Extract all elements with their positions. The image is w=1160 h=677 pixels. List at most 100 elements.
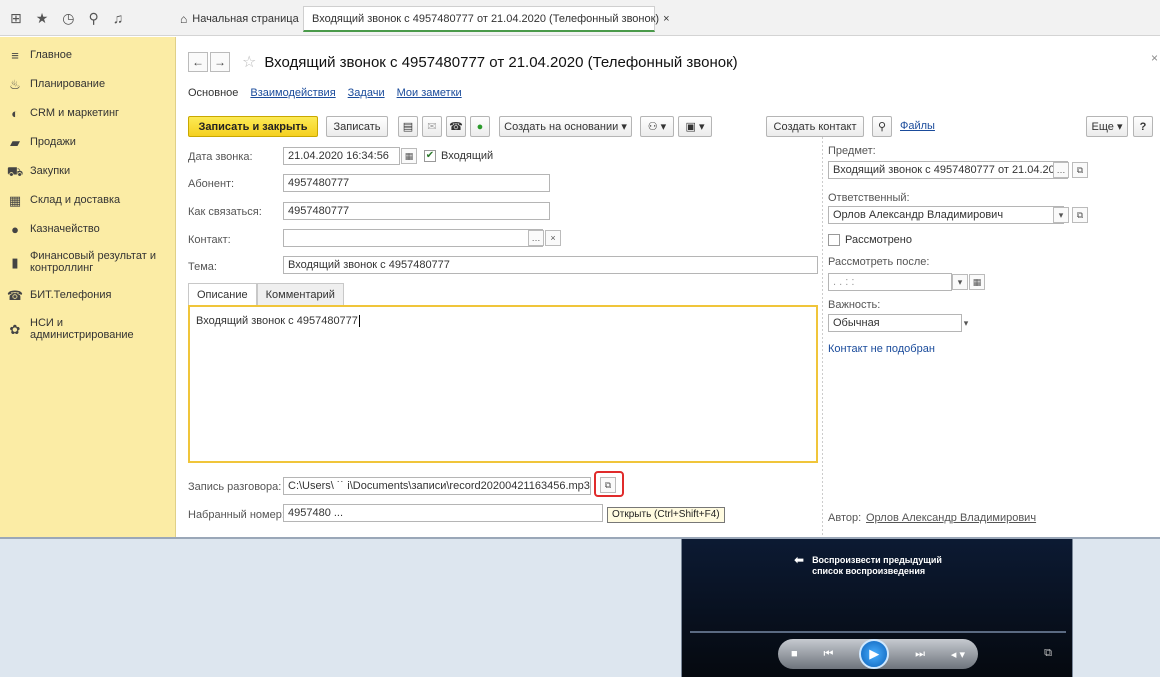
bell-icon[interactable]: ♫ — [113, 10, 124, 26]
incoming-checkbox[interactable]: ✔ — [424, 150, 436, 162]
warehouse-icon: ▦ — [8, 193, 22, 208]
author-link[interactable]: Орлов Александр Владимирович — [866, 512, 1036, 524]
status-icon[interactable]: ● — [470, 116, 490, 137]
phone-icon: ☎ — [6, 288, 24, 303]
volume-icon[interactable]: ◂ ▾ — [951, 648, 965, 661]
sidebar-item-treasury[interactable]: ● Казначейство — [0, 222, 176, 237]
close-tab-icon[interactable]: × — [663, 13, 669, 25]
star-icon[interactable]: ★ — [36, 10, 49, 27]
subject-open-icon[interactable]: ⧉ — [1072, 162, 1088, 178]
previous-icon[interactable]: ⏮ — [823, 648, 833, 661]
contact-input[interactable] — [283, 229, 543, 247]
users-dropdown-icon[interactable]: ⚇ ▾ — [640, 116, 674, 137]
stop-icon[interactable]: ■ — [791, 648, 798, 660]
call-date-input[interactable]: 21.04.2020 16:34:56 — [283, 147, 400, 165]
apps-grid-icon[interactable]: ⊞ — [10, 10, 22, 27]
search-icon[interactable]: ⚲ — [89, 10, 99, 27]
responsible-dropdown-icon[interactable]: ▾ — [1053, 207, 1069, 223]
subject-select-icon[interactable]: … — [1053, 162, 1069, 178]
report-dropdown-icon[interactable]: ▣ ▾ — [678, 116, 712, 137]
arrow-left-icon: ⬅ — [794, 553, 805, 567]
review-after-dropdown-icon[interactable]: ▾ — [952, 274, 968, 290]
author-label: Автор: — [828, 512, 862, 524]
chart-icon: ▮ — [11, 255, 19, 270]
chevron-down-icon[interactable]: ▾ — [958, 315, 974, 331]
sidebar-item-warehouse[interactable]: ▦ Склад и доставка — [0, 193, 176, 209]
sidebar-item-telephony[interactable]: ☎ БИТ.Телефония — [0, 288, 176, 304]
contact-label: Контакт: — [188, 234, 231, 246]
calendar-icon[interactable]: ▦ — [401, 148, 417, 164]
subject-input[interactable]: Входящий звонок с 4957480777 от 21.04.20… — [828, 161, 1068, 179]
sidebar-item-purchases[interactable]: ⛟ Закупки — [0, 164, 176, 182]
files-link[interactable]: Файлы — [900, 120, 935, 132]
review-after-input[interactable]: . . : : — [828, 273, 952, 291]
contact-not-found-link[interactable]: Контакт не подобран — [828, 343, 935, 355]
home-icon: ⌂ — [180, 12, 188, 26]
player-menu-item[interactable]: ⬅ Воспроизвести предыдущий список воспро… — [794, 553, 942, 577]
mail-icon[interactable]: ✉ — [422, 116, 442, 137]
contact-select-icon[interactable]: … — [528, 230, 544, 246]
document-tab[interactable]: Входящий звонок с 4957480777 от 21.04.20… — [303, 6, 670, 32]
sidebar-item-admin[interactable]: ✿ НСИ и администрирование — [0, 316, 176, 341]
reviewed-checkbox[interactable] — [828, 234, 840, 246]
review-after-label: Рассмотреть после: — [828, 256, 930, 268]
dialed-label: Набранный номер: — [188, 509, 285, 521]
sidebar-item-label: БИТ.Телефония — [30, 289, 112, 301]
sidebar-item-label: Главное — [30, 49, 73, 61]
play-icon[interactable]: ▶ — [859, 639, 890, 669]
document-icon[interactable]: ▤ — [398, 116, 418, 137]
next-icon[interactable]: ⏭ — [915, 648, 925, 661]
favorite-star-icon[interactable]: ☆ — [242, 52, 256, 72]
contact-clear-icon[interactable]: × — [545, 230, 561, 246]
media-player: ⬅ Воспроизвести предыдущий список воспро… — [681, 539, 1073, 677]
title-row: ← → ☆ Входящий звонок с 4957480777 от 21… — [188, 51, 738, 73]
planning-icon: ♨ — [9, 77, 21, 92]
tab-main[interactable]: Основное — [188, 87, 238, 99]
dialed-input[interactable]: 4957480 ... — [283, 504, 603, 522]
history-icon[interactable]: ◷ — [62, 10, 74, 27]
subscriber-input[interactable]: 4957480777 — [283, 174, 550, 192]
tab-notes[interactable]: Мои заметки — [397, 87, 462, 99]
tab-tasks[interactable]: Задачи — [348, 87, 385, 99]
sidebar-item-planning[interactable]: ♨ Планирование — [0, 77, 176, 93]
save-close-button[interactable]: Записать и закрыть — [188, 116, 318, 137]
description-editor[interactable]: Входящий звонок с 4957480777 — [188, 305, 818, 463]
phone-call-icon[interactable]: ☎ — [446, 116, 466, 137]
sidebar-item-main[interactable]: ≡ Главное — [0, 48, 176, 63]
close-form-icon[interactable]: × — [1151, 51, 1158, 65]
sidebar-item-sales[interactable]: ▰ Продажи — [0, 135, 176, 151]
topic-input[interactable]: Входящий звонок с 4957480777 — [283, 256, 818, 274]
tab-description[interactable]: Описание — [188, 283, 257, 305]
more-button[interactable]: Еще ▾ — [1086, 116, 1128, 137]
crm-icon: ◐ — [11, 106, 19, 121]
minimize-player-icon[interactable]: ⧉ — [1044, 647, 1052, 660]
sidebar-item-label: Закупки — [30, 165, 71, 177]
sidebar-item-finance[interactable]: ▮ Финансовый результат и контроллинг — [0, 249, 176, 274]
importance-select[interactable]: Обычная — [828, 314, 962, 332]
document-tab-label: Входящий звонок с 4957480777 от 21.04.20… — [312, 12, 660, 25]
help-button[interactable]: ? — [1133, 116, 1153, 137]
shopping-bag-icon: ▰ — [10, 135, 20, 150]
attach-icon[interactable]: ⚲ — [872, 116, 892, 137]
responsible-input[interactable]: Орлов Александр Владимирович — [828, 206, 1064, 224]
responsible-open-icon[interactable]: ⧉ — [1072, 207, 1088, 223]
subject-label: Предмет: — [828, 145, 876, 157]
back-button[interactable]: ← — [188, 52, 208, 72]
save-button[interactable]: Записать — [326, 116, 388, 137]
how-contact-input[interactable]: 4957480777 — [283, 202, 550, 220]
create-contact-button[interactable]: Создать контакт — [766, 116, 864, 137]
create-based-on-button[interactable]: Создать на основании ▾ — [499, 116, 632, 137]
tab-comment[interactable]: Комментарий — [256, 283, 344, 305]
player-menu-line2: список воспроизведения — [812, 566, 926, 576]
description-tabs: Описание Комментарий — [188, 283, 344, 305]
sidebar-item-crm[interactable]: ◐ CRM и маркетинг — [0, 106, 176, 121]
seek-bar[interactable] — [690, 631, 1066, 633]
tab-interactions[interactable]: Взаимодействия — [250, 87, 335, 99]
importance-label: Важность: — [828, 299, 881, 311]
forward-button[interactable]: → — [210, 52, 230, 72]
calendar-icon[interactable]: ▦ — [969, 274, 985, 290]
sidebar-item-label: Финансовый результат и контроллинг — [30, 250, 156, 274]
record-input[interactable]: C:\Users\ ˙˙ i\Documents\записи\record20… — [283, 477, 591, 495]
home-tab[interactable]: ⌂ Начальная страница — [180, 8, 299, 30]
gear-icon: ✿ — [9, 322, 21, 337]
